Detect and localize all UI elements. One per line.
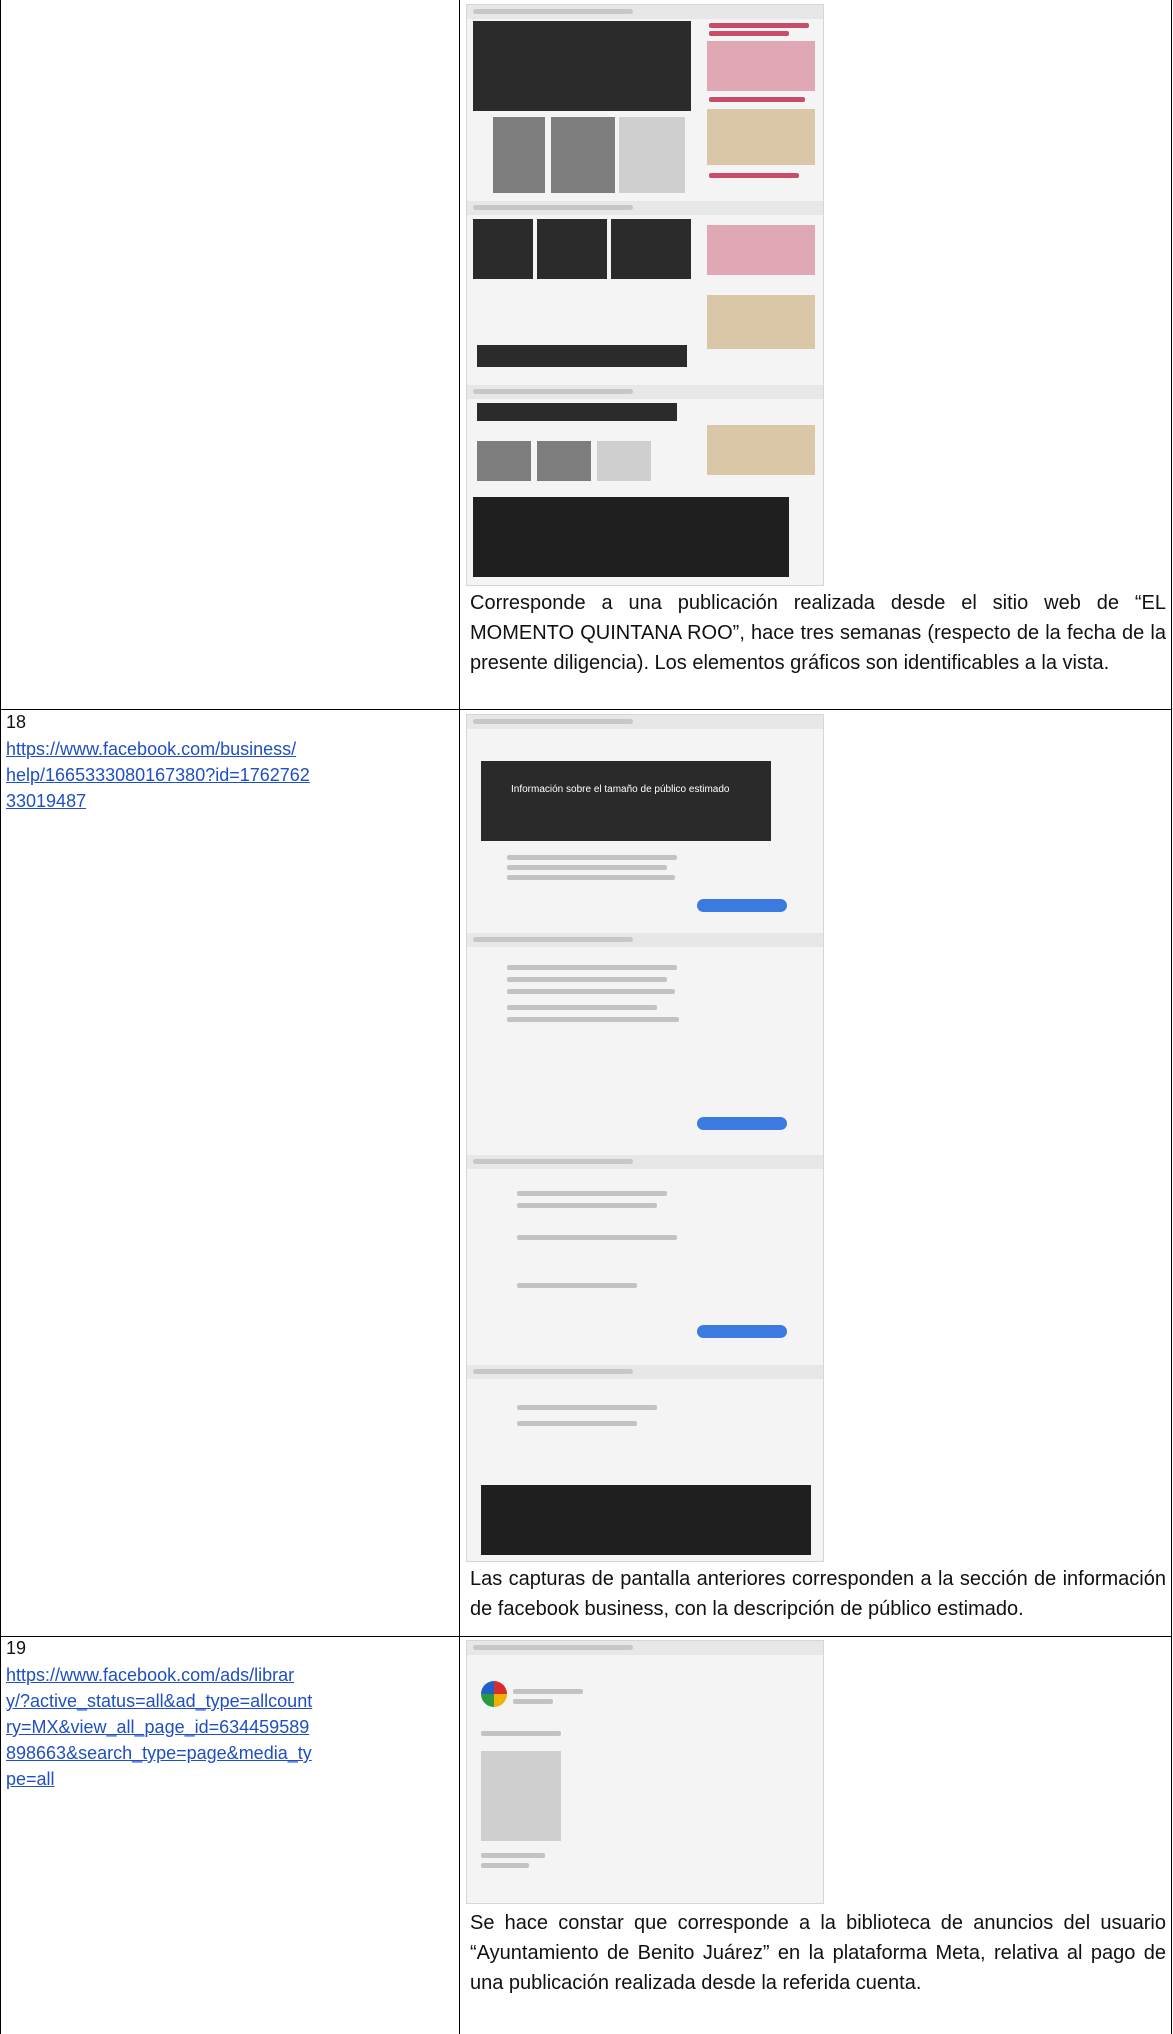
paragraph-line [507, 989, 675, 994]
evidence-link[interactable]: https://www.facebook.com/ads/librar y/?a… [6, 1662, 446, 1792]
photo [707, 425, 815, 475]
help-button[interactable] [697, 1117, 787, 1130]
help-button[interactable] [697, 1325, 787, 1338]
paragraph-line [517, 1283, 637, 1288]
browser-bar [467, 715, 823, 729]
paragraph-line [517, 1405, 657, 1410]
ad-card [481, 1751, 561, 1841]
evidence-link[interactable]: https://www.facebook.com/business/ help/… [6, 736, 446, 814]
photo [473, 219, 533, 279]
screenshot-facebook-business: Información sobre el tamaño de público e… [466, 714, 824, 1562]
evidence-table: Corresponde a una publicación realizada … [0, 0, 1173, 2034]
row-divider [0, 709, 1172, 710]
help-article-banner: Información sobre el tamaño de público e… [481, 761, 771, 841]
row-divider [0, 1636, 1172, 1637]
paragraph-line [517, 1235, 677, 1240]
photo [707, 225, 815, 275]
browser-bar [467, 5, 823, 19]
screenshot-news-site [466, 4, 824, 586]
photo [707, 109, 815, 165]
column-divider [459, 0, 460, 2034]
site-footer [481, 1485, 811, 1555]
photo [477, 441, 531, 481]
row-number: 19 [6, 1638, 27, 1658]
headline [709, 173, 799, 178]
paragraph-line [507, 875, 675, 880]
row-description: Se hace constar que corresponde a la bib… [470, 1912, 1166, 1994]
paragraph-line [481, 1853, 545, 1858]
row-number: 18 [6, 712, 27, 732]
photo-strip [477, 403, 677, 421]
help-button[interactable] [697, 899, 787, 912]
site-footer [473, 497, 789, 577]
headline [709, 23, 809, 28]
browser-bar [467, 201, 823, 215]
row-description: Las capturas de pantalla anteriores corr… [470, 1568, 1166, 1620]
headline [709, 31, 789, 36]
browser-bar [467, 1155, 823, 1169]
photo [537, 219, 607, 279]
photo [493, 117, 545, 193]
photo [611, 219, 691, 279]
page-name-line [513, 1689, 583, 1694]
photo-strip [477, 345, 687, 367]
browser-bar [467, 933, 823, 947]
browser-bar [467, 385, 823, 399]
paragraph-line [507, 865, 667, 870]
row-description: Corresponde a una publicación realizada … [470, 592, 1166, 674]
page-meta-line [513, 1699, 553, 1704]
photo [707, 295, 815, 349]
paragraph-line [507, 1005, 657, 1010]
paragraph-line [481, 1731, 561, 1736]
paragraph-line [481, 1863, 529, 1868]
photo [473, 21, 691, 111]
photo [707, 41, 815, 91]
paragraph-line [517, 1191, 667, 1196]
table-border-right [1171, 0, 1172, 2034]
browser-bar [467, 1641, 823, 1655]
paragraph-line [507, 965, 677, 970]
paragraph-line [517, 1421, 637, 1426]
screenshot-meta-ad-library [466, 1640, 824, 1904]
photo [619, 117, 685, 193]
photo [597, 441, 651, 481]
headline [709, 97, 805, 102]
paragraph-line [517, 1203, 657, 1208]
paragraph-line [507, 1017, 679, 1022]
photo [551, 117, 615, 193]
photo [537, 441, 591, 481]
browser-bar [467, 1365, 823, 1379]
paragraph-line [507, 977, 667, 982]
table-border-left [0, 0, 1, 2034]
paragraph-line [507, 855, 677, 860]
ayuntamiento-logo [481, 1681, 507, 1707]
